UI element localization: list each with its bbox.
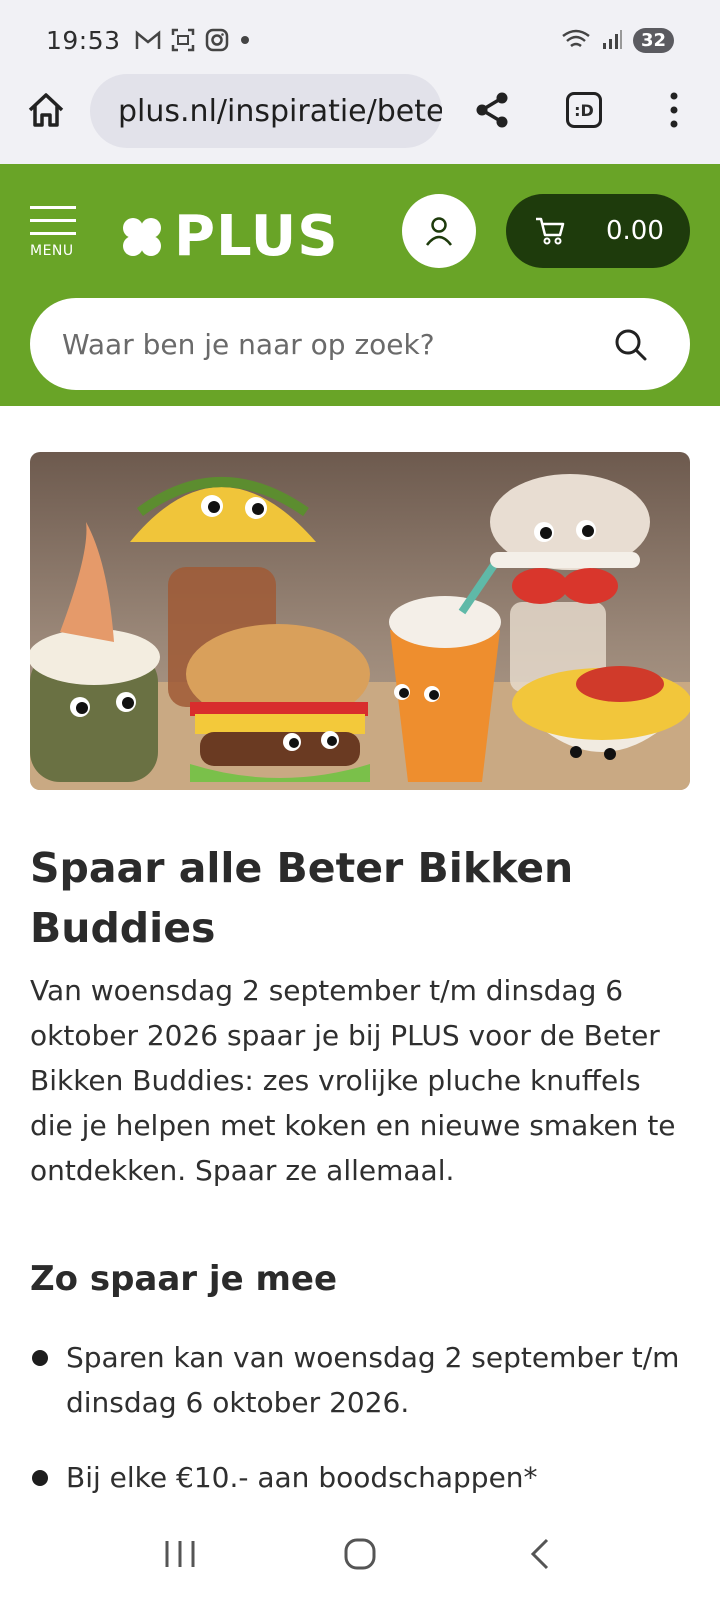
list-item: Sparen kan van woensdag 2 september t/m … xyxy=(30,1335,690,1425)
system-icons: 32 xyxy=(561,27,674,53)
back-icon xyxy=(530,1538,549,1570)
status-time: 19:53 xyxy=(46,25,121,55)
site-header: MENU PLUS 0.00 xyxy=(0,164,720,406)
signal-icon xyxy=(602,30,622,49)
intro-paragraph: Van woensdag 2 september t/m dinsdag 6 o… xyxy=(30,974,676,1187)
burger-plush xyxy=(186,624,370,782)
instagram-icon xyxy=(205,28,228,52)
search-input[interactable] xyxy=(62,327,602,361)
menu-button[interactable]: MENU xyxy=(30,206,76,262)
recent-apps-icon xyxy=(165,1541,195,1567)
browser-toolbar: plus.nl/inspiratie/beter-bikken-buddies … xyxy=(0,72,720,164)
hamburger-icon xyxy=(30,206,76,209)
account-button[interactable] xyxy=(402,194,476,268)
plus-logo[interactable]: PLUS xyxy=(120,204,339,269)
hero-image xyxy=(30,452,690,790)
status-bar: 19:53 32 xyxy=(0,0,720,80)
user-icon xyxy=(426,217,452,246)
dot-icon xyxy=(240,36,249,44)
plus-clover-icon xyxy=(123,217,161,256)
system-nav-bar xyxy=(0,1508,720,1600)
article-content: Spaar alle Beter Bikken Buddies Van woen… xyxy=(30,838,690,1530)
cart-button[interactable]: 0.00 xyxy=(506,194,690,268)
home-button[interactable] xyxy=(330,1529,390,1579)
steps-list: Sparen kan van woensdag 2 september t/m … xyxy=(30,1335,690,1500)
battery-icon: 32 xyxy=(632,27,674,53)
wifi-icon xyxy=(562,29,590,48)
search-icon[interactable] xyxy=(614,328,648,362)
cart-total: 0.00 xyxy=(606,216,664,246)
screenshot-icon xyxy=(171,28,194,52)
tab-switcher-button[interactable]: :D xyxy=(566,92,602,128)
url-text: plus.nl/inspiratie/beter-bikken-buddies xyxy=(118,93,442,129)
notification-icons xyxy=(135,28,251,52)
home-circle-icon xyxy=(344,1538,376,1570)
recent-apps-button[interactable] xyxy=(150,1529,210,1579)
list-item: Bij elke €10.- aan boodschappen* xyxy=(30,1455,690,1500)
logo-text: PLUS xyxy=(174,204,339,269)
home-icon[interactable] xyxy=(26,90,66,130)
gmail-icon xyxy=(135,30,160,49)
search-bar xyxy=(30,298,690,390)
section-title: Zo spaar je mee xyxy=(30,1259,338,1299)
menu-label: MENU xyxy=(30,243,74,259)
more-options-icon[interactable] xyxy=(664,90,684,130)
address-bar[interactable]: plus.nl/inspiratie/beter-bikken-buddies xyxy=(90,74,442,148)
page-title: Spaar alle Beter Bikken Buddies xyxy=(30,844,574,952)
cart-icon xyxy=(536,217,565,245)
back-button[interactable] xyxy=(510,1529,570,1579)
share-icon[interactable] xyxy=(472,90,512,130)
